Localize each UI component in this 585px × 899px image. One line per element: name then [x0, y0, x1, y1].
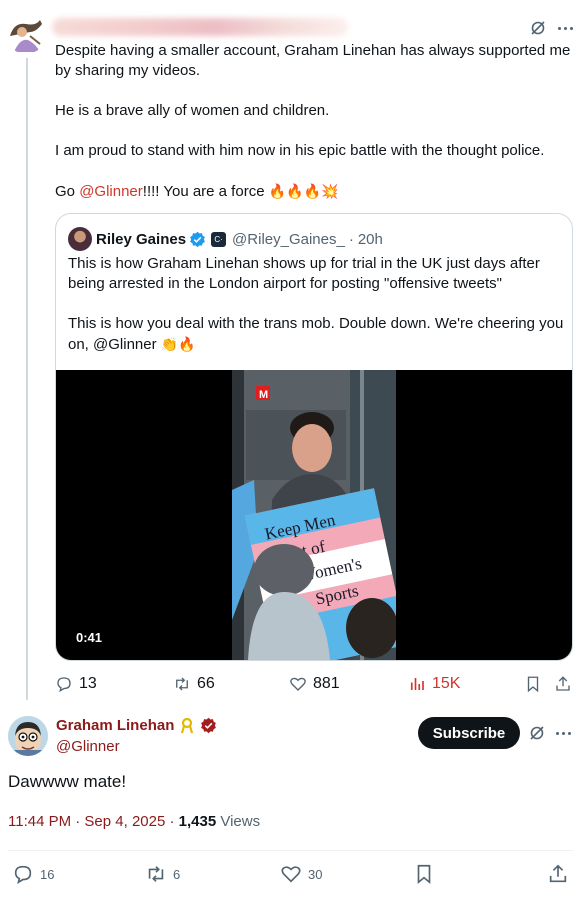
- bookmark-button[interactable]: [524, 674, 542, 694]
- post-timestamp[interactable]: 11:44 PM · Sep 4, 2025 ·: [8, 813, 179, 830]
- video-logo: M: [259, 389, 268, 401]
- more-options-icon[interactable]: [555, 18, 575, 38]
- reply-count: 13: [79, 675, 97, 692]
- quoted-separator: ·: [348, 230, 354, 248]
- video-still-image: Keep Men Out of Women's Sports M: [232, 370, 396, 660]
- ribbon-icon: [181, 717, 194, 733]
- views-chart-icon: [410, 678, 424, 690]
- main-share-button[interactable]: [547, 864, 569, 884]
- main-handle[interactable]: @Glinner: [56, 738, 120, 755]
- share-icon: [556, 676, 570, 691]
- go-suffix: !!!! You are a force: [142, 183, 269, 200]
- subscribe-button[interactable]: Subscribe: [418, 717, 520, 749]
- post-metadata: 11:44 PM · Sep 4, 2025 · 1,435 Views: [8, 813, 260, 830]
- parent-paragraph-3: I am proud to stand with him now in his …: [55, 142, 545, 159]
- parent-paragraph-4: Go @Glinner!!!! You are a force 🔥🔥🔥💥: [55, 181, 575, 202]
- bookmark-icon: [527, 676, 539, 693]
- quoted-post-header: Riley Gaines C· @Riley_Gaines_ · 20h: [68, 227, 383, 251]
- quoted-avatar[interactable]: [68, 227, 92, 251]
- quoted-time[interactable]: 20h: [358, 231, 383, 248]
- main-avatar[interactable]: [8, 716, 48, 756]
- verified-badge-icon: [190, 231, 205, 247]
- views-count: 15K: [432, 675, 461, 692]
- video-duration: 0:41: [76, 630, 103, 645]
- views-label: Views: [216, 813, 261, 830]
- repost-count: 66: [197, 675, 215, 692]
- quoted-mention: @Glinner: [93, 336, 157, 353]
- grok-icon[interactable]: [529, 725, 545, 741]
- share-icon: [549, 864, 567, 883]
- views-button[interactable]: 15K: [408, 674, 460, 694]
- like-button[interactable]: 881: [289, 674, 340, 694]
- grok-icon[interactable]: [530, 20, 546, 36]
- quoted-post-text: This is how Graham Linehan shows up for …: [68, 254, 564, 375]
- main-author-name[interactable]: Graham Linehan: [56, 717, 174, 734]
- go-prefix: Go: [55, 183, 80, 200]
- quoted-post-card[interactable]: Riley Gaines C· @Riley_Gaines_ · 20h Thi…: [55, 213, 573, 661]
- reply-button[interactable]: 13: [55, 674, 97, 694]
- blurred-author-name: [52, 18, 348, 36]
- main-repost-button[interactable]: 6: [145, 864, 180, 884]
- parent-post-text: Despite having a smaller account, Graham…: [55, 41, 575, 222]
- mention-link[interactable]: @Glinner: [79, 183, 143, 200]
- quoted-paragraph-1: This is how Graham Linehan shows up for …: [68, 255, 540, 292]
- thread-connector-line: [26, 58, 28, 700]
- quoted-paragraph-2: This is how you deal with the trans mob.…: [68, 314, 564, 355]
- more-options-icon[interactable]: [553, 723, 573, 743]
- repost-button[interactable]: 66: [173, 674, 215, 694]
- repost-icon: [148, 866, 164, 882]
- share-button[interactable]: [554, 674, 572, 694]
- parent-paragraph-1: Despite having a smaller account, Graham…: [55, 42, 571, 79]
- parent-paragraph-2: He is a brave ally of women and children…: [55, 102, 330, 119]
- main-views-count: 1,435: [178, 813, 217, 830]
- reply-icon: [57, 677, 71, 693]
- video-player[interactable]: Keep Men Out of Women's Sports M 0:41: [56, 370, 572, 660]
- main-bookmark-button[interactable]: [413, 864, 435, 885]
- heart-icon: [290, 677, 306, 691]
- affiliate-badge-icon: C·: [211, 231, 227, 247]
- repost-icon: [176, 677, 188, 691]
- divider: [8, 850, 573, 851]
- reply-icon: [14, 865, 32, 884]
- fire-emojis: 🔥🔥🔥💥: [268, 183, 339, 199]
- main-author-name-row: Graham Linehan: [56, 717, 217, 734]
- main-repost-count: 6: [173, 866, 181, 882]
- main-reply-count: 16: [40, 866, 55, 882]
- clap-fire-emojis: 👏🔥: [160, 336, 196, 352]
- verified-badge-icon: [201, 717, 217, 734]
- video-frame: Keep Men Out of Women's Sports M: [232, 370, 396, 660]
- like-count: 881: [313, 675, 340, 692]
- bookmark-icon: [417, 864, 431, 885]
- main-like-button[interactable]: 30: [280, 864, 322, 884]
- parent-avatar[interactable]: [6, 14, 46, 54]
- quoted-author-name[interactable]: Riley Gaines: [96, 231, 186, 248]
- main-like-count: 30: [308, 866, 323, 882]
- heart-icon: [281, 866, 301, 883]
- quoted-handle[interactable]: @Riley_Gaines_: [232, 231, 345, 248]
- main-reply-button[interactable]: 16: [12, 864, 54, 884]
- main-post-text: Dawwww mate!: [8, 772, 127, 791]
